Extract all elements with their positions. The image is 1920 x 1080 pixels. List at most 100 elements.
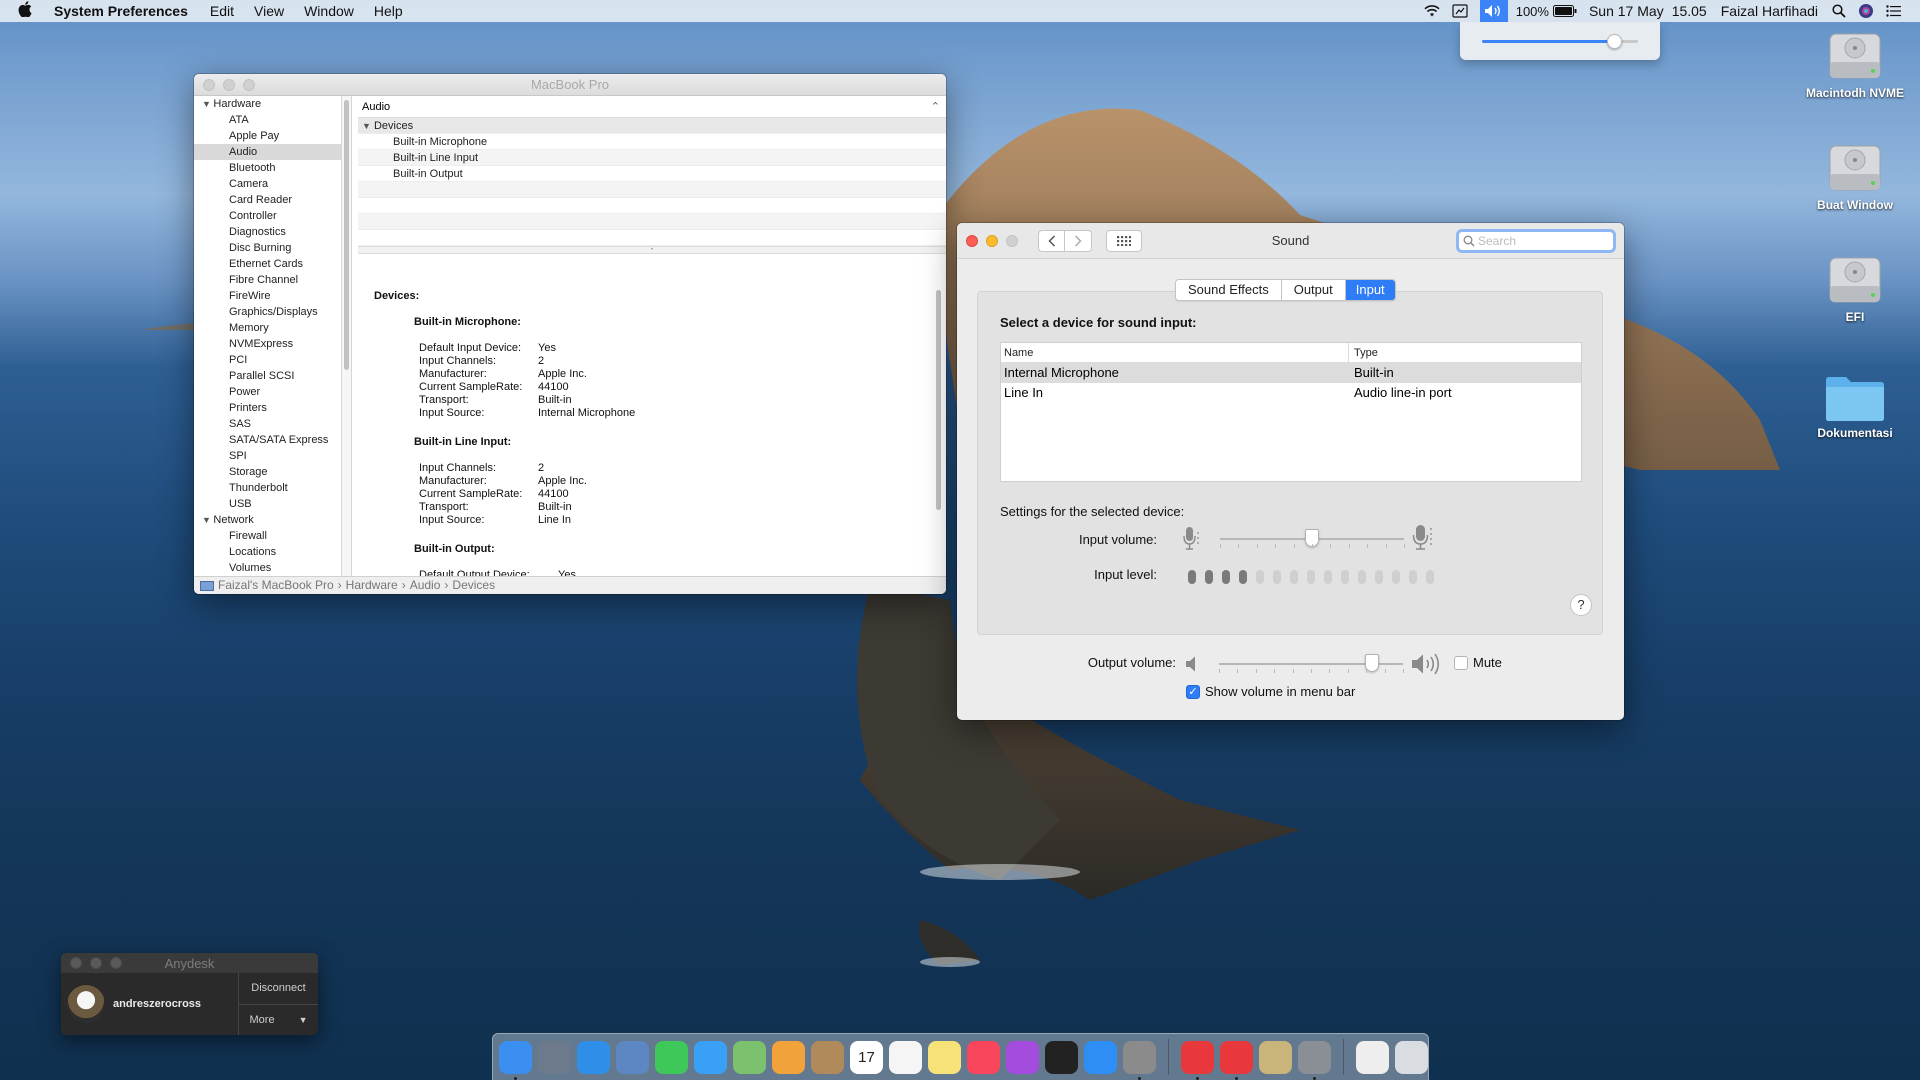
sidebar-item[interactable]: USB [194, 496, 341, 512]
sidebar-item[interactable]: Parallel SCSI [194, 368, 341, 384]
dock-preview-icon[interactable] [616, 1040, 649, 1074]
wifi-icon[interactable] [1424, 5, 1440, 17]
table-row[interactable]: Line In Audio line-in port [1001, 383, 1581, 403]
sidebar-item[interactable]: Audio [194, 144, 341, 160]
display-icon[interactable] [1452, 4, 1468, 18]
minimize-button[interactable] [986, 234, 998, 247]
close-button[interactable] [203, 78, 215, 91]
battery-percent[interactable]: 100% [1516, 4, 1549, 19]
desktop-icon-buat-window[interactable]: Buat Window [1800, 142, 1910, 212]
sidebar-item[interactable]: Bluetooth [194, 160, 341, 176]
menu-help[interactable]: Help [374, 3, 403, 19]
split-divider[interactable]: • [358, 246, 946, 254]
show-volume-checkbox[interactable]: ✓ [1186, 685, 1200, 699]
dock-trash-icon[interactable] [1395, 1040, 1428, 1074]
sidebar-item[interactable]: NVMExpress [194, 336, 341, 352]
sysinfo-titlebar[interactable]: MacBook Pro [194, 74, 946, 96]
sidebar-item[interactable]: Locations [194, 544, 341, 560]
more-button[interactable]: More ▼ [239, 1005, 318, 1036]
tab-input[interactable]: Input [1345, 280, 1395, 300]
volume-menu-icon[interactable] [1479, 0, 1508, 22]
disclosure-triangle-icon[interactable]: ▼ [202, 515, 213, 525]
table-row[interactable]: Built-in Output [358, 166, 946, 182]
dock-app-store-icon[interactable] [1084, 1040, 1117, 1074]
dock-photos-icon[interactable] [772, 1040, 805, 1074]
sidebar-item[interactable]: ATA [194, 112, 341, 128]
sidebar-item[interactable]: Printers [194, 400, 341, 416]
table-row[interactable]: Internal Microphone Built-in [1001, 363, 1581, 383]
tab-output[interactable]: Output [1281, 280, 1346, 300]
sidebar-item[interactable]: Apple Pay [194, 128, 341, 144]
sidebar-item[interactable]: Thunderbolt [194, 480, 341, 496]
siri-icon[interactable] [1858, 3, 1874, 19]
desktop-icon-dokumentasi[interactable]: Dokumentasi [1800, 374, 1910, 440]
tab-sound-effects[interactable]: Sound Effects [1176, 280, 1282, 300]
search-field[interactable]: Search [1456, 229, 1616, 253]
desktop-icon-macintodh-nvme[interactable]: Macintodh NVME [1800, 30, 1910, 100]
sidebar-item[interactable]: Firewall [194, 528, 341, 544]
content-header[interactable]: Audio ⌃ [358, 96, 946, 118]
dock-notes-icon[interactable] [928, 1040, 961, 1074]
table-row[interactable]: Built-in Line Input [358, 150, 946, 166]
desktop-icon-efi[interactable]: EFI [1800, 254, 1910, 324]
sidebar-item[interactable]: Storage [194, 464, 341, 480]
sidebar-item[interactable]: Controller [194, 208, 341, 224]
menu-volume-knob[interactable] [1606, 34, 1622, 49]
menu-date[interactable]: Sun 17 May [1589, 3, 1664, 19]
sidebar-group[interactable]: ▼ Hardware [194, 96, 341, 112]
anydesk-titlebar[interactable]: Anydesk [61, 953, 318, 973]
sidebar-item[interactable]: Card Reader [194, 192, 341, 208]
scrollbar-thumb[interactable] [344, 100, 349, 370]
help-button[interactable]: ? [1570, 594, 1592, 616]
sidebar-item[interactable]: Ethernet Cards [194, 256, 341, 272]
minimize-button[interactable] [223, 78, 235, 91]
dock-reminders-icon[interactable] [889, 1040, 922, 1074]
path-item[interactable]: Hardware [346, 577, 398, 594]
sidebar-item[interactable]: Graphics/Displays [194, 304, 341, 320]
dock-music-icon[interactable] [967, 1040, 1000, 1074]
path-item[interactable]: Devices [452, 577, 495, 594]
sidebar-item[interactable]: SPI [194, 448, 341, 464]
zoom-button[interactable] [243, 78, 255, 91]
menu-window[interactable]: Window [304, 3, 354, 19]
sidebar-item[interactable]: Fibre Channel [194, 272, 341, 288]
close-button[interactable] [966, 234, 978, 247]
sidebar-item[interactable]: SAS [194, 416, 341, 432]
notification-center-icon[interactable] [1886, 5, 1902, 17]
scrollbar-thumb[interactable] [935, 290, 941, 510]
path-item[interactable]: Faizal's MacBook Pro [218, 577, 334, 594]
dock-documents-icon[interactable] [1356, 1040, 1389, 1074]
dock-tv-icon[interactable] [1045, 1040, 1078, 1074]
sort-caret-icon[interactable]: ⌃ [931, 96, 940, 118]
menu-time[interactable]: 15.05 [1672, 3, 1707, 19]
dock-calendar-icon[interactable]: 17 [850, 1040, 883, 1074]
sidebar-scrollbar[interactable] [342, 96, 352, 576]
dock-system-preferences-icon[interactable] [1123, 1040, 1156, 1080]
show-all-button[interactable] [1106, 229, 1142, 252]
dock-maps-icon[interactable] [733, 1040, 766, 1074]
sidebar-item[interactable]: SATA/SATA Express [194, 432, 341, 448]
detail-scrollbar[interactable] [934, 286, 942, 570]
menu-user[interactable]: Faizal Harfihadi [1721, 3, 1818, 19]
dock-anydesk-icon[interactable] [1181, 1040, 1214, 1080]
dock-finder-icon[interactable] [499, 1040, 532, 1080]
apple-icon[interactable] [18, 1, 40, 21]
zoom-button[interactable] [1006, 234, 1018, 247]
dock-script-editor-icon[interactable] [1259, 1040, 1292, 1074]
sidebar-item[interactable]: Diagnostics [194, 224, 341, 240]
devices-group-row[interactable]: ▼ Devices [358, 118, 946, 134]
sidebar-item[interactable]: PCI [194, 352, 341, 368]
battery-icon[interactable] [1552, 5, 1577, 17]
sidebar-group[interactable]: ▼ Network [194, 512, 341, 528]
sidebar-item[interactable]: Power [194, 384, 341, 400]
output-volume-slider[interactable] [1219, 654, 1404, 673]
column-header-name[interactable]: Name [1001, 343, 1349, 362]
menu-edit[interactable]: Edit [210, 3, 234, 19]
path-item[interactable]: Audio [410, 577, 441, 594]
column-header-type[interactable]: Type [1349, 343, 1378, 362]
dock-utility-icon[interactable] [1298, 1040, 1331, 1080]
dock-podcasts-icon[interactable] [1006, 1040, 1039, 1074]
forward-button[interactable] [1065, 229, 1092, 252]
dock-messages-icon[interactable] [694, 1040, 727, 1074]
menu-volume-slider[interactable] [1482, 34, 1638, 49]
